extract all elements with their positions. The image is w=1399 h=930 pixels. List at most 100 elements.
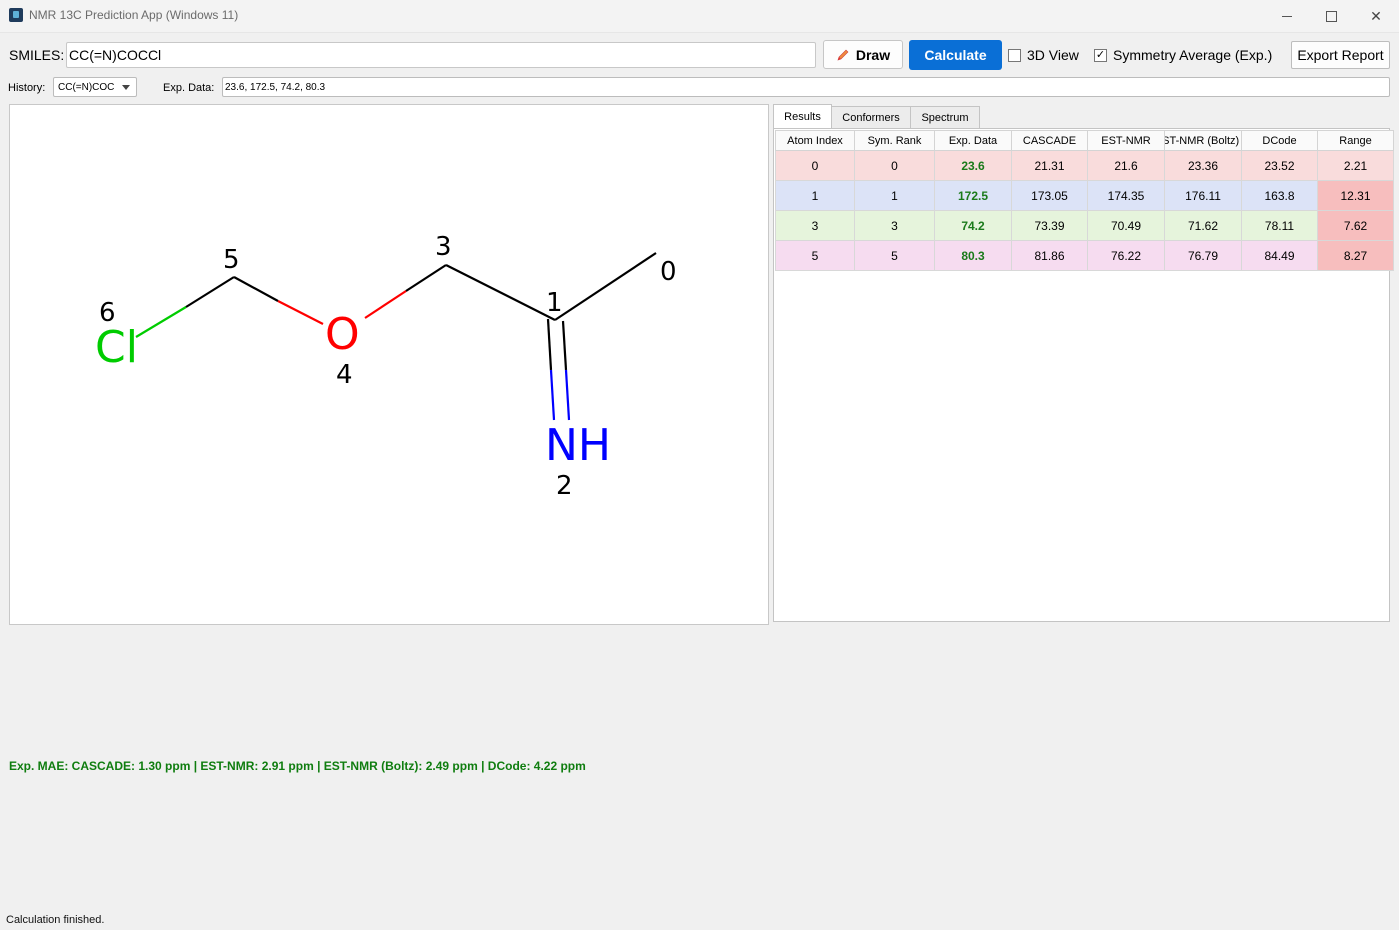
exp-data-input[interactable]: [222, 77, 1390, 97]
minimize-icon: [1282, 15, 1292, 17]
smiles-label: SMILES:: [9, 47, 65, 63]
symmetry-average-label: Symmetry Average (Exp.): [1113, 47, 1273, 63]
table-cell: 71.62: [1164, 210, 1242, 241]
table-cell: 1: [854, 180, 935, 211]
close-icon: ✕: [1370, 7, 1382, 24]
bond-cl-c5: [135, 306, 187, 338]
column-header[interactable]: CASCADE: [1011, 130, 1088, 151]
column-header[interactable]: Range: [1317, 130, 1394, 151]
export-report-button[interactable]: Export Report: [1291, 41, 1390, 69]
symmetry-average-checkbox[interactable]: ✓ Symmetry Average (Exp.): [1094, 47, 1272, 63]
3d-view-checkbox[interactable]: 3D View: [1008, 47, 1079, 63]
history-selected-value: CC(=N)COC: [58, 81, 115, 93]
table-cell: 80.3: [934, 240, 1012, 271]
atom-index-label: 5: [223, 245, 240, 275]
minimize-button[interactable]: [1264, 0, 1310, 32]
table-cell: 3: [775, 210, 855, 241]
table-row[interactable]: 0 0 23.6 21.31 21.6 23.36 23.52 2.21: [775, 150, 1394, 181]
status-bar-text: Calculation finished.: [6, 914, 105, 926]
table-cell: 5: [775, 240, 855, 271]
table-cell: 21.31: [1011, 150, 1088, 181]
bond-c1-n-a: [546, 318, 553, 371]
atom-symbol-nh: NH: [545, 420, 611, 471]
molecule-drawing: Cl O NH 6 4 2 5 3 1 0: [95, 232, 677, 501]
draw-button[interactable]: Draw: [823, 40, 903, 69]
bond-c3-c1: [445, 264, 556, 321]
table-cell: 1: [775, 180, 855, 211]
table-cell: 172.5: [934, 180, 1012, 211]
atom-symbol-cl: Cl: [95, 322, 138, 373]
smiles-input[interactable]: [66, 42, 816, 68]
mae-summary: Exp. MAE: CASCADE: 1.30 ppm | EST-NMR: 2…: [9, 759, 586, 773]
pencil-icon: [837, 49, 849, 60]
bond-c5-o-b: [277, 300, 324, 325]
table-cell: 23.6: [934, 150, 1012, 181]
table-cell: 70.49: [1087, 210, 1165, 241]
atom-index-label: 3: [435, 232, 452, 262]
bonds: [135, 252, 657, 421]
tab-results[interactable]: Results: [773, 104, 832, 129]
atom-index-label: 6: [99, 298, 116, 328]
close-button[interactable]: ✕: [1353, 0, 1399, 32]
table-cell: 5: [854, 240, 935, 271]
table-cell: 7.62: [1317, 210, 1394, 241]
table-cell: 78.11: [1241, 210, 1318, 241]
bond-o-c3: [364, 290, 407, 319]
table-cell: 0: [854, 150, 935, 181]
column-header[interactable]: Atom Index: [775, 130, 855, 151]
results-panel: Atom Index Sym. Rank Exp. Data CASCADE EST-N…: [773, 128, 1394, 622]
table-cell: 12.31: [1317, 180, 1394, 211]
table-cell: 174.35: [1087, 180, 1165, 211]
tab-spectrum[interactable]: Spectrum: [910, 106, 980, 128]
checkmark-icon[interactable]: ✓: [1094, 48, 1107, 62]
atom-index-label: 1: [546, 288, 563, 318]
table-row[interactable]: 3 3 74.2 73.39 70.49 71.62 78.11 7.62: [775, 210, 1394, 241]
history-label: History:: [8, 82, 46, 94]
table-cell: 76.22: [1087, 240, 1165, 271]
table-row[interactable]: 5 5 80.3 81.86 76.22 76.79 84.49 8.27: [775, 240, 1394, 271]
atom-symbol-o: O: [325, 309, 360, 360]
draw-label: Draw: [855, 46, 891, 63]
table-header-row: Atom Index Sym. Rank Exp. Data CASCADE EST-N…: [775, 130, 1394, 151]
bond-c5-o: [233, 276, 279, 302]
column-header[interactable]: EST-NMR (Boltz): [1164, 130, 1242, 151]
title-bar: NMR 13C Prediction App (Windows 11) ✕: [0, 0, 1399, 33]
table-cell: 0: [775, 150, 855, 181]
table-cell: 23.36: [1164, 150, 1242, 181]
exp-data-label: Exp. Data:: [163, 82, 215, 94]
column-header[interactable]: DCode: [1241, 130, 1318, 151]
table-cell: 81.86: [1011, 240, 1088, 271]
chevron-down-icon: [122, 85, 130, 90]
atom-index-label: 2: [556, 471, 573, 501]
bond-o-c3-b: [405, 264, 447, 292]
table-row[interactable]: 1 1 172.5 173.05 174.35 176.11 163.8 12.31: [775, 180, 1394, 211]
window-title: NMR 13C Prediction App (Windows 11): [29, 8, 239, 22]
column-header[interactable]: Exp. Data: [934, 130, 1012, 151]
maximize-icon: [1325, 10, 1337, 22]
table-body: 0 0 23.6 21.31 21.6 23.36 23.52 2.21 1 1 172.5 173.…: [775, 150, 1394, 271]
bond-c1-n-b2: [564, 369, 571, 421]
molecule-canvas[interactable]: Cl O NH 6 4 2 5 3 1 0: [9, 104, 769, 625]
table-cell: 2.21: [1317, 150, 1394, 181]
3d-view-checkbox-box[interactable]: [1008, 48, 1021, 62]
table-cell: 173.05: [1011, 180, 1088, 211]
table-cell: 3: [854, 210, 935, 241]
table-cell: 8.27: [1317, 240, 1394, 271]
atom-index-label: 4: [336, 360, 353, 390]
table-cell: 73.39: [1011, 210, 1088, 241]
column-header[interactable]: Sym. Rank: [854, 130, 935, 151]
table-cell: 84.49: [1241, 240, 1318, 271]
table-cell: 163.8: [1241, 180, 1318, 211]
tab-conformers[interactable]: Conformers: [831, 106, 911, 128]
history-dropdown[interactable]: CC(=N)COC: [53, 77, 137, 97]
app-icon: [9, 8, 23, 22]
atom-index-label: 0: [660, 257, 677, 287]
bond-cl-c5-b: [185, 276, 235, 308]
calculate-button[interactable]: Calculate: [909, 40, 1002, 70]
results-table: Atom Index Sym. Rank Exp. Data CASCADE EST-N…: [775, 130, 1394, 271]
table-cell: 76.79: [1164, 240, 1242, 271]
3d-view-label: 3D View: [1027, 47, 1079, 63]
maximize-button[interactable]: [1308, 0, 1354, 32]
column-header[interactable]: EST-NMR: [1087, 130, 1165, 151]
bond-c1-c0: [554, 252, 657, 321]
